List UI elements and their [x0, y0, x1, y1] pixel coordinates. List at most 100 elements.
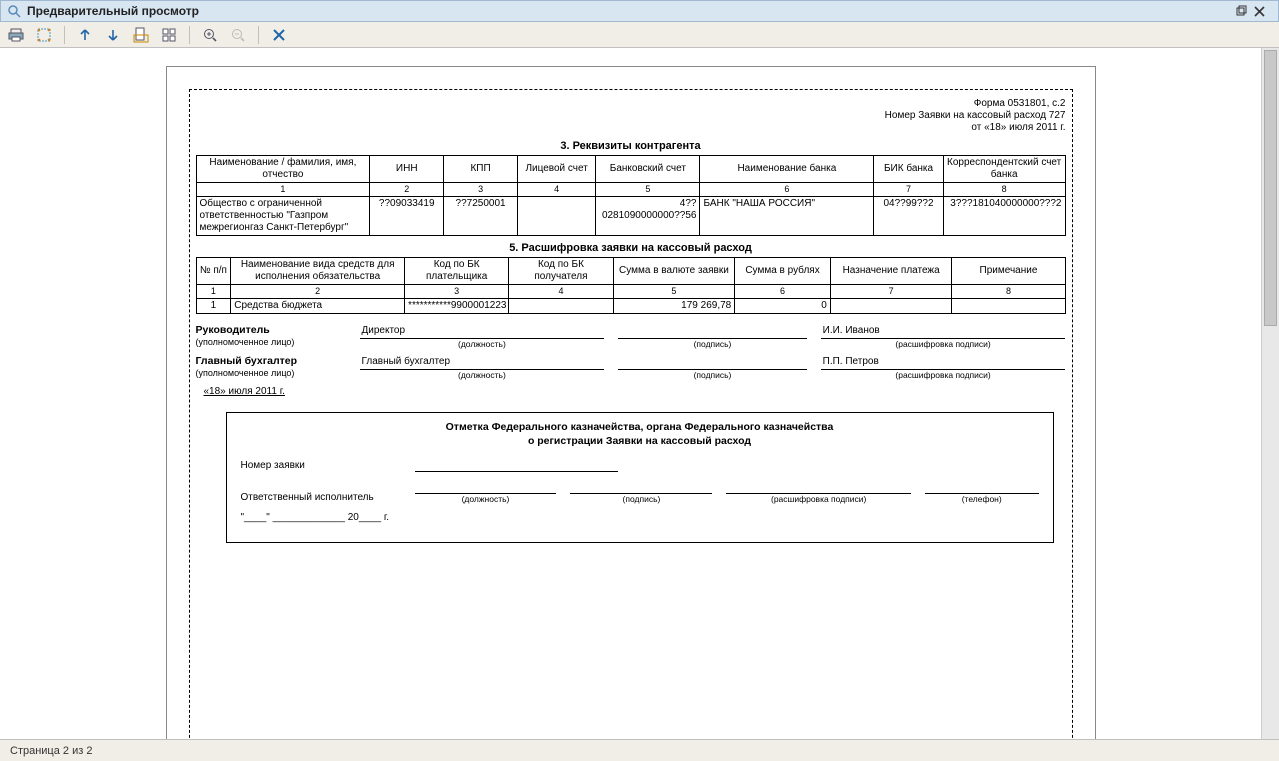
- s3-col2: ИНН: [370, 156, 444, 183]
- s3-kpp: ??7250001: [444, 196, 518, 235]
- s5-bkpayer: ***********9900001223: [405, 298, 509, 313]
- cap-name2: (расшифровка подписи): [821, 370, 1066, 380]
- toolbar-separator: [189, 26, 190, 44]
- s5-n5: 6: [735, 285, 831, 299]
- s3-name: Общество с ограниченной ответственностью…: [196, 196, 370, 235]
- grid-button[interactable]: [159, 25, 179, 45]
- s3-n1: 1: [196, 183, 370, 197]
- s5-name: Средства бюджета: [231, 298, 405, 313]
- section3-title: 3. Реквизиты контрагента: [196, 140, 1066, 153]
- cap-sign2: (подпись): [618, 370, 806, 380]
- s3-bik: 04??99??2: [874, 196, 944, 235]
- s5-note: [952, 298, 1065, 313]
- titlebar: Предварительный просмотр: [0, 0, 1279, 22]
- cap-name: (расшифровка подписи): [821, 339, 1066, 349]
- cap-position: (должность): [360, 339, 605, 349]
- sign-date: «18» июля 2011 г.: [204, 386, 1066, 398]
- close-preview-button[interactable]: [269, 25, 289, 45]
- s5-n7: 8: [952, 285, 1065, 299]
- head-label: Руководитель: [196, 324, 270, 336]
- s3-corr: 3???181040000000???2: [943, 196, 1065, 235]
- s3-n3: 3: [444, 183, 518, 197]
- head-position: Директор: [362, 325, 406, 337]
- s3-bankacct: 4??0281090000000??56: [596, 196, 700, 235]
- zoom-in-button[interactable]: [200, 25, 220, 45]
- table-row: 1 Средства бюджета ***********9900001223…: [196, 298, 1065, 313]
- toolbar: [0, 22, 1279, 48]
- s5-bkrec: [509, 298, 613, 313]
- prev-page-button[interactable]: [75, 25, 95, 45]
- s5-n1: 2: [231, 285, 405, 299]
- close-button[interactable]: [1254, 6, 1272, 17]
- s5-sumcurr: 179 269,78: [613, 298, 735, 313]
- s3-n7: 7: [874, 183, 944, 197]
- form-code: Форма 0531801, с.2: [196, 98, 1066, 110]
- print-button[interactable]: [6, 25, 26, 45]
- s5-n6: 7: [830, 285, 952, 299]
- status-text: Страница 2 из 2: [10, 745, 92, 757]
- header-date: от «18» июля 2011 г.: [196, 122, 1066, 134]
- stamp-title2: о регистрации Заявки на кассовый расход: [528, 435, 751, 447]
- toolbar-separator: [64, 26, 65, 44]
- page-setup-button[interactable]: [131, 25, 151, 45]
- section5-table: № п/п Наименование вида средств для испо…: [196, 257, 1066, 314]
- cap-sign: (подпись): [618, 339, 806, 349]
- scrollbar-thumb[interactable]: [1264, 50, 1277, 326]
- s5-n3: 4: [509, 285, 613, 299]
- window-title: Предварительный просмотр: [27, 4, 1236, 18]
- s3-n8: 8: [943, 183, 1065, 197]
- stamp-reqno-field: [415, 458, 618, 472]
- s3-bankname: БАНК "НАША РОССИЯ": [700, 196, 874, 235]
- s5-purpose: [830, 298, 952, 313]
- stamp-cap-name: (расшифровка подписи): [726, 494, 911, 504]
- preview-viewer[interactable]: Форма 0531801, с.2 Номер Заявки на кассо…: [0, 48, 1279, 739]
- request-number: Номер Заявки на кассовый расход 727: [196, 110, 1066, 122]
- stamp-date: "____" _____________ 20____ г.: [241, 512, 1039, 524]
- acct-label: Главный бухгалтер: [196, 355, 298, 367]
- s5-n4: 5: [613, 285, 735, 299]
- stamp-exec-label: Ответственный исполнитель: [241, 492, 401, 504]
- s3-col6: Наименование банка: [700, 156, 874, 183]
- page-preview: Форма 0531801, с.2 Номер Заявки на кассо…: [166, 66, 1096, 739]
- s3-n4: 4: [518, 183, 596, 197]
- s5-col5: Сумма в рублях: [735, 258, 831, 285]
- s5-col0: № п/п: [196, 258, 231, 285]
- cap-position2: (должность): [360, 370, 605, 380]
- s5-col6: Назначение платежа: [830, 258, 952, 285]
- s3-inn: ??09033419: [370, 196, 444, 235]
- zoom-out-button[interactable]: [228, 25, 248, 45]
- head-sublabel: (уполномоченное лицо): [196, 337, 295, 347]
- vertical-scrollbar[interactable]: [1261, 48, 1279, 739]
- s5-n0: 1: [196, 285, 231, 299]
- s3-n2: 2: [370, 183, 444, 197]
- s3-col5: Банковский счет: [596, 156, 700, 183]
- s5-col7: Примечание: [952, 258, 1065, 285]
- next-page-button[interactable]: [103, 25, 123, 45]
- acct-position: Главный бухгалтер: [362, 356, 451, 368]
- s5-n: 1: [196, 298, 231, 313]
- toolbar-separator: [258, 26, 259, 44]
- preview-icon: [7, 4, 21, 18]
- s5-col4: Сумма в валюте заявки: [613, 258, 735, 285]
- statusbar: Страница 2 из 2: [0, 739, 1279, 761]
- stamp-title1: Отметка Федерального казначейства, орган…: [446, 421, 834, 433]
- acct-sublabel: (уполномоченное лицо): [196, 368, 295, 378]
- s3-n6: 6: [700, 183, 874, 197]
- section3-table: Наименование / фамилия, имя, отчество ИН…: [196, 155, 1066, 236]
- s3-lic: [518, 196, 596, 235]
- table-row: Общество с ограниченной ответственностью…: [196, 196, 1065, 235]
- s3-n5: 5: [596, 183, 700, 197]
- s3-col4: Лицевой счет: [518, 156, 596, 183]
- acct-name: П.П. Петров: [823, 356, 879, 368]
- restore-button[interactable]: [1236, 5, 1254, 17]
- stamp-reqno-label: Номер заявки: [241, 460, 401, 472]
- s5-n2: 3: [405, 285, 509, 299]
- s5-col2: Код по БК плательщика: [405, 258, 509, 285]
- fit-button[interactable]: [34, 25, 54, 45]
- stamp-cap-pos: (должность): [415, 494, 557, 504]
- s3-col8: Корреспондентский счет банка: [943, 156, 1065, 183]
- s5-sumrub: 0: [735, 298, 831, 313]
- stamp-cap-phone: (телефон): [925, 494, 1039, 504]
- form-header: Форма 0531801, с.2 Номер Заявки на кассо…: [196, 98, 1066, 134]
- s3-col7: БИК банка: [874, 156, 944, 183]
